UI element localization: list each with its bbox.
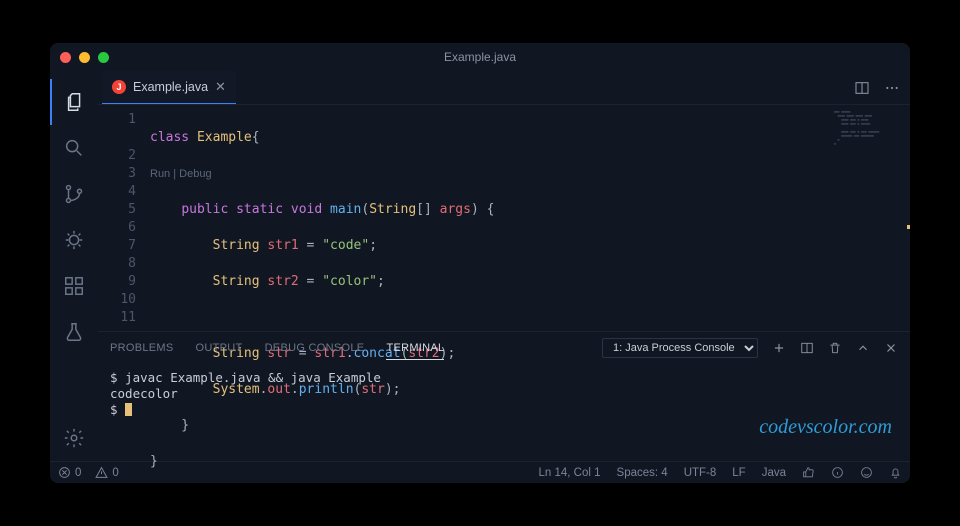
watermark: codevscolor.com: [759, 416, 892, 439]
editor-area[interactable]: 1 2 3 4 5 6 7 8 9 10 11 class Example{ R…: [98, 105, 910, 331]
codelens-debug[interactable]: Debug: [179, 165, 211, 183]
status-indentation[interactable]: Spaces: 4: [617, 467, 668, 479]
traffic-lights: [60, 52, 109, 63]
close-window-button[interactable]: [60, 52, 71, 63]
minimize-window-button[interactable]: [79, 52, 90, 63]
line-gutter: 1 2 3 4 5 6 7 8 9 10 11: [98, 105, 150, 331]
testing-tab[interactable]: [50, 309, 98, 355]
tab-label: Example.java: [133, 80, 208, 94]
titlebar: Example.java: [50, 43, 910, 71]
codelens-run[interactable]: Run: [150, 165, 170, 183]
plus-icon: [772, 341, 786, 355]
close-tab-button[interactable]: ✕: [215, 79, 226, 95]
terminal-selector[interactable]: 1: Java Process Console: [602, 338, 758, 358]
split-terminal-button[interactable]: [800, 341, 814, 355]
window-body: J Example.java ✕ 1 2: [50, 71, 910, 461]
maximize-window-button[interactable]: [98, 52, 109, 63]
status-cursor-position[interactable]: Ln 14, Col 1: [539, 467, 601, 479]
new-terminal-button[interactable]: [772, 341, 786, 355]
panel-tabs: PROBLEMS OUTPUT DEBUG CONSOLE TERMINAL 1…: [98, 332, 910, 364]
code-content[interactable]: class Example{ Run | Debug public static…: [150, 105, 494, 331]
trash-icon: [828, 341, 842, 355]
bug-icon: [63, 229, 85, 251]
split-icon: [854, 80, 870, 96]
close-panel-button[interactable]: [884, 341, 898, 355]
terminal[interactable]: $ javac Example.java && java Example cod…: [98, 364, 910, 461]
branch-icon: [63, 183, 85, 205]
maximize-panel-button[interactable]: [856, 341, 870, 355]
ellipsis-icon: [884, 80, 900, 96]
status-encoding[interactable]: UTF-8: [684, 467, 717, 479]
terminal-line: $ javac Example.java && java Example: [110, 370, 898, 386]
panel-tab-output[interactable]: OUTPUT: [196, 342, 243, 354]
files-icon: [64, 91, 86, 113]
bell-icon: [889, 466, 902, 479]
status-language[interactable]: Java: [762, 467, 786, 479]
kill-terminal-button[interactable]: [828, 341, 842, 355]
info-icon: [831, 466, 844, 479]
extensions-icon: [63, 275, 85, 297]
settings-button[interactable]: [50, 415, 98, 461]
activitybar: [50, 71, 98, 461]
minimap[interactable]: ▄▄▄ ▄▄▄▄▄ ▄▄▄▄ ▄▄▄▄ ▄▄▄▄ ▄▄▄▄ ▄▄▄▄ ▄▄▄ ▄…: [830, 107, 910, 167]
editor-tab-example[interactable]: J Example.java ✕: [102, 71, 236, 104]
chevron-up-icon: [856, 341, 870, 355]
status-info[interactable]: [831, 466, 844, 479]
terminal-line: codecolor: [110, 386, 898, 402]
window: Example.java: [50, 43, 910, 483]
overview-ruler-marker: [907, 225, 910, 229]
status-errors[interactable]: 0: [58, 466, 81, 479]
bottom-panel: PROBLEMS OUTPUT DEBUG CONSOLE TERMINAL 1…: [98, 331, 910, 461]
panel-tab-problems[interactable]: PROBLEMS: [110, 342, 174, 354]
status-eol[interactable]: LF: [732, 467, 745, 479]
split-icon: [800, 341, 814, 355]
warning-icon: [95, 466, 108, 479]
debug-tab[interactable]: [50, 217, 98, 263]
panel-tab-debug-console[interactable]: DEBUG CONSOLE: [265, 342, 365, 354]
search-tab[interactable]: [50, 125, 98, 171]
editor-main: J Example.java ✕ 1 2: [98, 71, 910, 461]
source-control-tab[interactable]: [50, 171, 98, 217]
search-icon: [63, 137, 85, 159]
smiley-icon: [860, 466, 873, 479]
thumbs-up-icon: [802, 466, 815, 479]
java-file-icon: J: [112, 80, 126, 94]
editor-tabs: J Example.java ✕: [98, 71, 910, 105]
explorer-tab[interactable]: [50, 79, 98, 125]
terminal-cursor: [125, 403, 132, 416]
status-feedback[interactable]: [860, 466, 873, 479]
gear-icon: [63, 427, 85, 449]
panel-tab-terminal[interactable]: TERMINAL: [386, 342, 444, 360]
window-title: Example.java: [444, 50, 516, 64]
beaker-icon: [63, 321, 85, 343]
status-warnings[interactable]: 0: [95, 466, 118, 479]
more-actions-button[interactable]: [884, 80, 900, 96]
close-icon: [884, 341, 898, 355]
status-notifications[interactable]: [889, 466, 902, 479]
extensions-tab[interactable]: [50, 263, 98, 309]
error-icon: [58, 466, 71, 479]
status-thumbs-up[interactable]: [802, 466, 815, 479]
split-editor-button[interactable]: [854, 80, 870, 96]
